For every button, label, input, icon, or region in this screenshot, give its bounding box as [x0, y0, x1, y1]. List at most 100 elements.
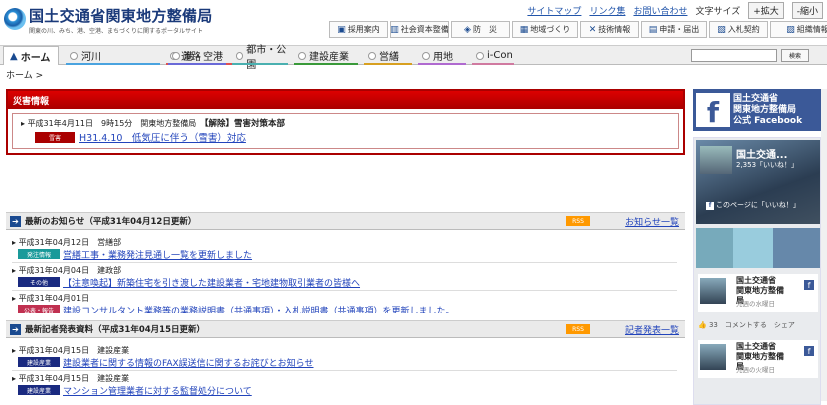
- nav-color-bar: [66, 63, 160, 65]
- search-input[interactable]: [691, 49, 777, 62]
- links-link[interactable]: リンク集: [589, 4, 625, 17]
- facebook-small-icon: f: [706, 202, 714, 210]
- news-item-link[interactable]: 【注意喚起】新築住宅を引き渡した建設業者・宅地建物取引業者の皆様へ: [63, 276, 360, 289]
- fb-post-actions[interactable]: 👍 33 コメントする シェア: [698, 320, 795, 330]
- nav-home[interactable]: ▲ ホーム: [3, 46, 59, 65]
- breadcrumb[interactable]: ホーム >: [6, 68, 43, 81]
- category-badge: その他: [18, 277, 60, 287]
- infrastructure-button[interactable]: ▥ 社会資本整備: [390, 21, 449, 38]
- search-button[interactable]: 検索: [781, 49, 809, 62]
- category-badge: 発注情報: [18, 249, 60, 259]
- facebook-banner[interactable]: f 国土交通省 関東地方整備局 公式 Facebook: [693, 89, 821, 131]
- disaster-button[interactable]: ◈ 防 災: [451, 21, 510, 38]
- facebook-icon: f: [804, 346, 814, 356]
- page-thumbnail: [700, 146, 732, 174]
- divider: [12, 290, 677, 291]
- fb-page-name[interactable]: 国土交通...: [736, 146, 787, 161]
- category-badge: 公表・報告: [18, 305, 60, 313]
- contact-link[interactable]: お問い合わせ: [633, 4, 687, 17]
- document-icon: ▤: [648, 24, 658, 35]
- quick-buttons: ▣ 採用案内 ▥ 社会資本整備 ◈ 防 災 ▦ 地域づくり ✕ 技術情報 ▤ 申請・届出 ▧…: [329, 21, 827, 38]
- facebook-cover: 国土交通... 2,353「いいね！」 f このページに「いいね！」: [696, 140, 820, 224]
- tech-button[interactable]: ✕ 技術情報: [580, 21, 639, 38]
- press-item-link[interactable]: マンション管理業者に対する監督処分について: [63, 384, 252, 397]
- news-item: ▸ 平成31年04月12日 営繕部 発注情報 営繕工事・業務発注見通し一覧を更新し…: [12, 237, 672, 261]
- nav-city[interactable]: 都市・公園: [230, 45, 290, 71]
- font-size-label: 文字サイズ: [695, 7, 741, 17]
- font-enlarge-button[interactable]: +拡大: [748, 2, 784, 19]
- press-more-link[interactable]: 記者発表一覧: [625, 323, 679, 336]
- nav-icon[interactable]: i-Con: [470, 46, 516, 65]
- nav-building[interactable]: 営繕: [362, 46, 414, 65]
- nav-color-bar: [364, 63, 412, 65]
- header: 国土交通省関東地方整備局 関東の川、みち、港、空港、まちづくりに関するポータルサ…: [0, 0, 827, 46]
- nav-color-bar: [294, 63, 358, 65]
- news-item-link[interactable]: 建設コンサルタント業務等の業務説明書（共通事項）・入札説明書（共通事項）を更新し…: [63, 304, 455, 313]
- fb-post[interactable]: 国土交通省 関東地方整備局 f 先週の火曜日: [698, 340, 818, 378]
- news-item-meta: ▸ 平成31年04月12日 営繕部: [12, 238, 122, 247]
- fb-post-time: 先週の火曜日: [736, 366, 775, 374]
- nav-river[interactable]: 河川: [64, 46, 162, 65]
- sitemap-link[interactable]: サイトマップ: [527, 4, 581, 17]
- nav-port[interactable]: 港・空港: [166, 46, 228, 65]
- news-item-link[interactable]: 営繕工事・業務発注見通し一覧を更新しました: [63, 248, 252, 261]
- site-subtitle: 関東の川、みち、港、空港、まちづくりに関するポータルサイト: [29, 28, 204, 35]
- disaster-org: 関東地方整備局: [140, 119, 197, 128]
- press-title: 最新記者発表資料（平成31年04月15日更新）: [25, 325, 205, 335]
- news-header: ➔ 最新のお知らせ（平成31年04月12日更新） RSS お知らせ一覧: [6, 212, 685, 230]
- facebook-banner-text: 国土交通省 関東地方整備局 公式 Facebook: [733, 93, 803, 126]
- site-logo[interactable]: 国土交通省関東地方整備局 関東の川、みち、港、空港、まちづくりに関するポータルサ…: [4, 4, 212, 36]
- circle-icon: [172, 51, 180, 60]
- avatar: [700, 278, 726, 304]
- fb-post-time: 先週の水曜日: [736, 300, 775, 308]
- press-item: ▸ 平成31年04月15日 建設産業 建設産業 建設業者に関する情報のFAX誤送信…: [12, 345, 672, 369]
- scrollbar[interactable]: [821, 89, 827, 401]
- arrow-right-icon: ➔: [10, 323, 21, 335]
- font-shrink-button[interactable]: -縮小: [791, 2, 823, 19]
- rss-icon[interactable]: RSS: [566, 216, 590, 226]
- press-item-link[interactable]: 建設業者に関する情報のFAX誤送信に関するお詫びとお知らせ: [63, 356, 314, 369]
- logo-mark-icon: [4, 8, 26, 30]
- recruit-button[interactable]: ▣ 採用案内: [329, 21, 388, 38]
- avatar: [700, 344, 726, 370]
- news-item-meta: ▸ 平成31年04月04日 建政部: [12, 266, 122, 275]
- organization-button[interactable]: ▨ 組織情報: [770, 21, 827, 38]
- thumbs-up-icon: 👍: [698, 321, 709, 329]
- nav-color-bar: [168, 63, 226, 65]
- shield-icon: ◈: [464, 24, 471, 35]
- category-badge: 建設産業: [18, 357, 60, 367]
- news-more-link[interactable]: お知らせ一覧: [625, 215, 679, 228]
- site-title: 国土交通省関東地方整備局: [29, 7, 213, 25]
- news-item: ▸ 平成31年04月04日 建政部 その他 【注意喚起】新築住宅を引き渡した建設業…: [12, 265, 672, 289]
- nav-land[interactable]: 用地: [416, 46, 468, 65]
- regional-button[interactable]: ▦ 地域づくり: [512, 21, 578, 38]
- rss-icon[interactable]: RSS: [566, 324, 590, 334]
- disaster-link[interactable]: H31.4.10 低気圧に伴う（雪害）対応: [79, 130, 246, 144]
- application-button[interactable]: ▤ 申請・届出: [641, 21, 707, 38]
- org-chart-icon: ▨: [786, 24, 795, 35]
- clipboard-icon: ▧: [717, 24, 726, 35]
- press-item-meta: ▸ 平成31年04月15日 建設産業: [12, 374, 130, 383]
- main-nav: ▲ ホーム 河川 道路 港・空港 都市・公園 建設産業 営繕 用地 i-Con 検…: [0, 45, 827, 71]
- disaster-body: ▸ 平成31年4月11日 9時15分 関東地方整備局 【解除】雪害対策本部 雪害…: [12, 113, 679, 149]
- home-icon: ▲: [10, 50, 18, 62]
- news-title: 最新のお知らせ（平成31年04月12日更新）: [25, 217, 197, 227]
- press-header: ➔ 最新記者発表資料（平成31年04月15日更新） RSS 記者発表一覧: [6, 320, 685, 338]
- fb-post[interactable]: 国土交通省 関東地方整備局 f 先週の水曜日: [698, 274, 818, 312]
- facebook-icon: f: [804, 280, 814, 290]
- disaster-date: 平成31年4月11日 9時15分: [27, 119, 133, 128]
- news-item: ▸ 平成31年04月01日 公表・報告 建設コンサルタント業務等の業務説明書（共…: [12, 293, 672, 313]
- disaster-badge: 雪害: [35, 132, 75, 143]
- fb-like-count: 2,353「いいね！」: [736, 161, 799, 169]
- circle-icon: [70, 51, 78, 60]
- bidding-button[interactable]: ▧ 入札契約: [709, 21, 768, 38]
- fb-like-button[interactable]: f このページに「いいね！」: [706, 200, 800, 210]
- category-badge: 建設産業: [18, 385, 60, 395]
- press-item-meta: ▸ 平成31年04月15日 建設産業: [12, 346, 130, 355]
- map-icon: ▦: [519, 24, 529, 35]
- nav-color-bar: [232, 63, 288, 65]
- circle-icon: [368, 51, 376, 60]
- nav-construction[interactable]: 建設産業: [292, 46, 360, 65]
- facebook-widget: 国土交通... 2,353「いいね！」 f このページに「いいね！」 国土交通省 …: [693, 137, 821, 405]
- top-links: サイトマップ リンク集 お問い合わせ 文字サイズ +拡大 -縮小: [527, 2, 823, 19]
